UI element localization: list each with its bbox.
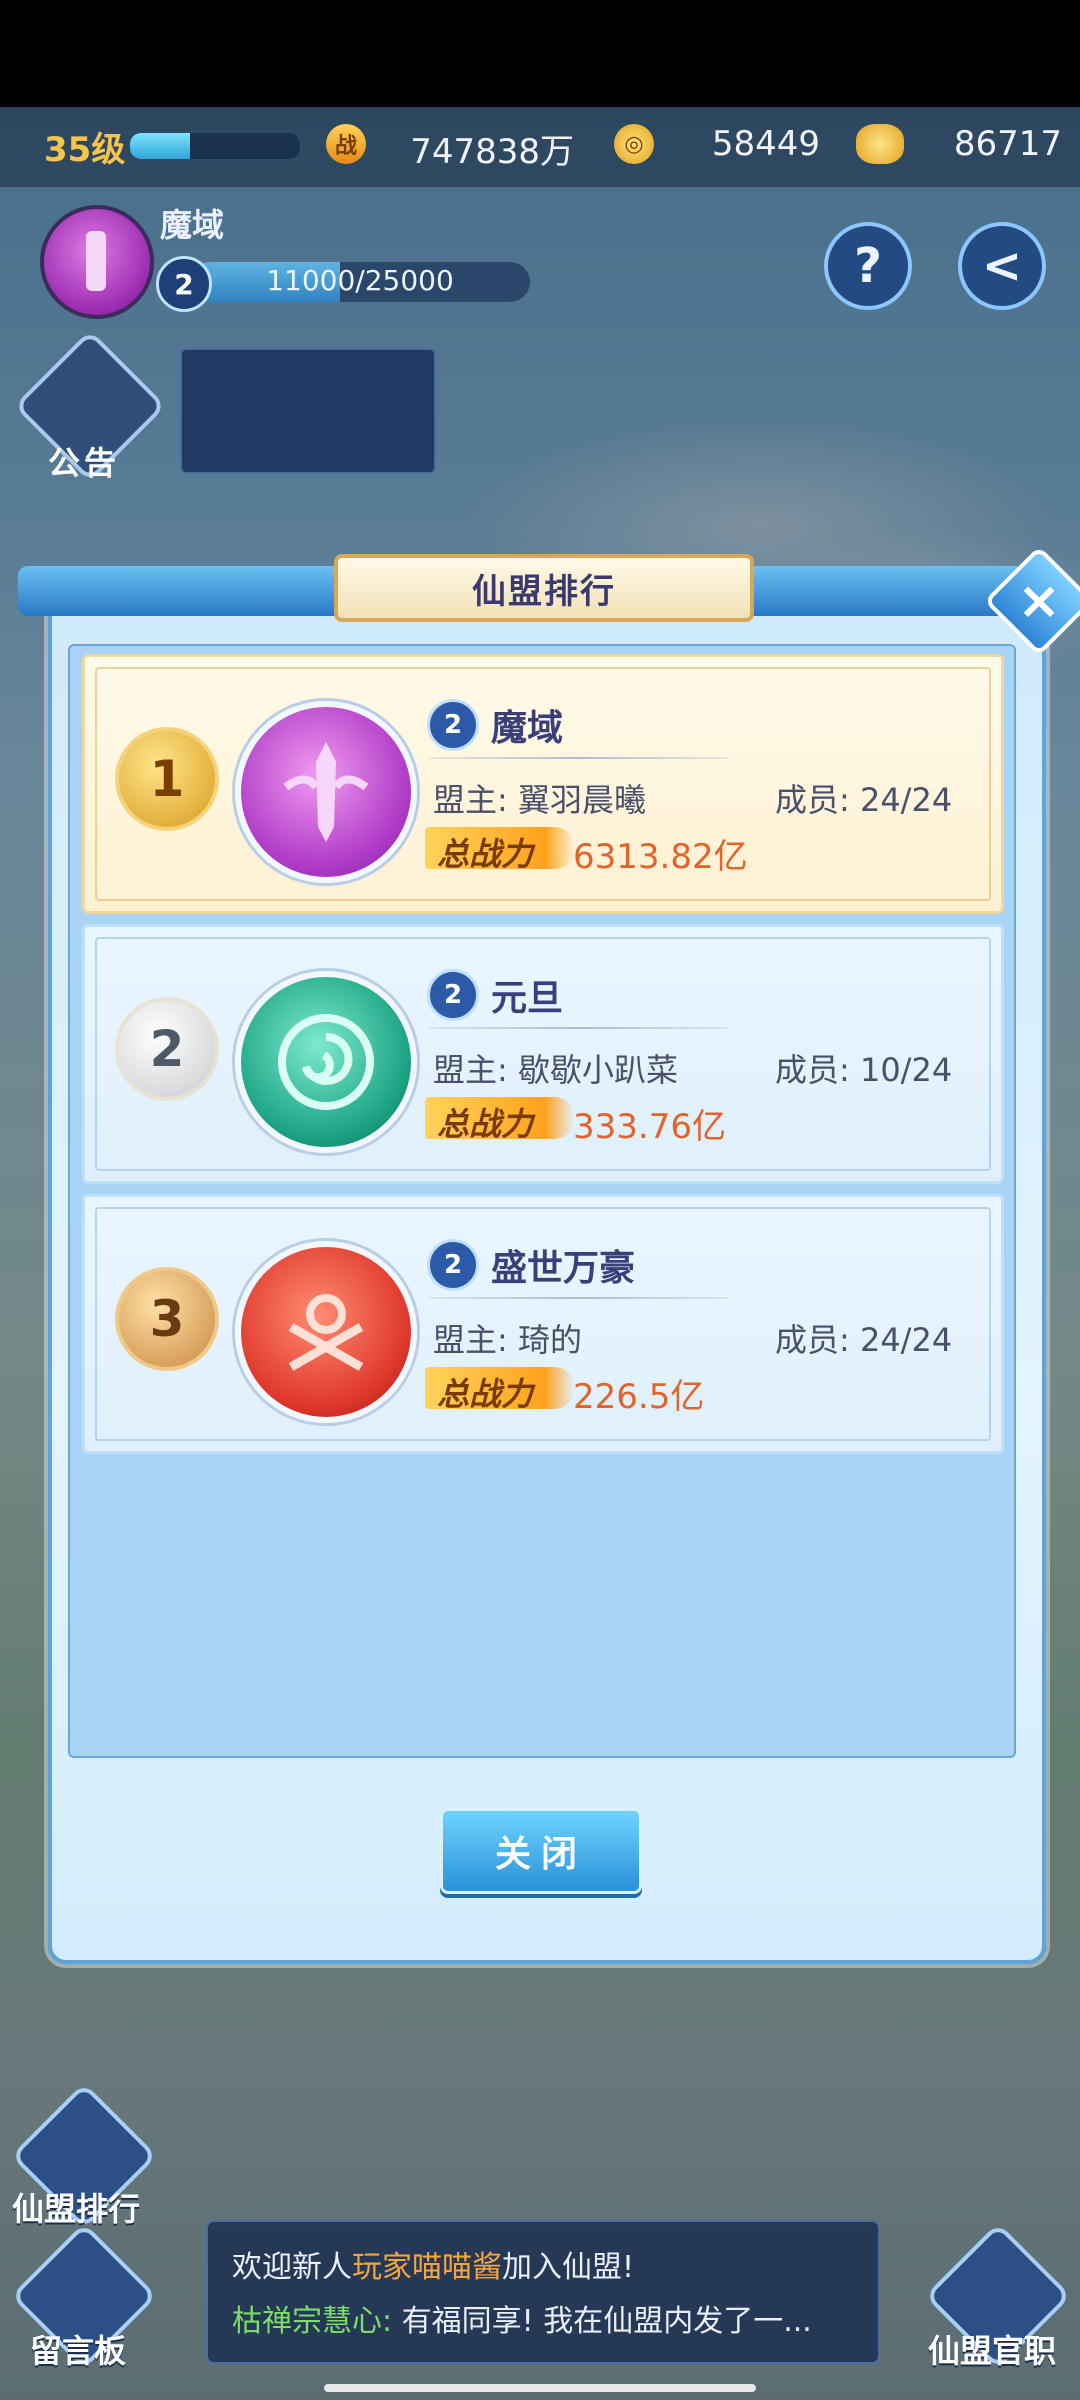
alliance-name: 魔域 bbox=[160, 206, 225, 244]
dialog-title-plate: 仙盟排行 bbox=[334, 554, 754, 622]
alliance-name: 元旦 bbox=[491, 978, 564, 1019]
announce-label: 公告 bbox=[48, 444, 121, 482]
alliance-emblem-icon[interactable] bbox=[40, 205, 154, 319]
ranking-row[interactable]: 1 2 魔域 盟主: 翼羽晨曦 成员: 24/24 总战力 6313.82亿 bbox=[82, 654, 1004, 914]
chat-text: 加入仙盟! bbox=[502, 2250, 635, 2285]
alliance-level-badge: 2 bbox=[427, 969, 479, 1021]
alliance-ranking-label[interactable]: 仙盟排行 bbox=[12, 2184, 140, 2230]
alliance-office-label[interactable]: 仙盟官职 bbox=[928, 2326, 1056, 2372]
chat-text: 有福同享! 我在仙盟内发了一... bbox=[401, 2304, 812, 2339]
battle-power-icon: 战 bbox=[326, 124, 366, 164]
chat-sender: 枯禅宗慧心: bbox=[232, 2304, 393, 2339]
alliance-members: 成员: 24/24 bbox=[775, 781, 953, 819]
back-button[interactable]: < bbox=[958, 222, 1046, 310]
message-board-label[interactable]: 留言板 bbox=[30, 2326, 126, 2372]
close-button[interactable]: 关闭 bbox=[440, 1808, 642, 1894]
chat-box[interactable]: 欢迎新人玩家喵喵酱加入仙盟! 枯禅宗慧心: 有福同享! 我在仙盟内发了一... bbox=[206, 2220, 880, 2364]
power-value: 226.5亿 bbox=[573, 1377, 705, 1417]
power-label: 总战力 bbox=[437, 1105, 534, 1143]
rank-2-medal-icon: 2 bbox=[115, 997, 219, 1101]
alliance-level-badge: 2 bbox=[427, 1239, 479, 1291]
ingot-value: 86717 bbox=[953, 124, 1062, 164]
help-button[interactable]: ? bbox=[824, 222, 912, 310]
ranking-row[interactable]: 3 2 盛世万豪 盟主: 琦的 成员: 24/24 总战力 226.5亿 bbox=[82, 1194, 1004, 1454]
chat-text: 欢迎新人 bbox=[232, 2250, 352, 2285]
divider bbox=[429, 1027, 729, 1029]
lotus-emblem-icon bbox=[235, 971, 417, 1153]
alliance-members: 成员: 24/24 bbox=[775, 1321, 953, 1359]
gold-ingot-icon bbox=[856, 124, 904, 164]
power-value: 6313.82亿 bbox=[573, 837, 748, 877]
coin-value: 58449 bbox=[711, 124, 820, 164]
chat-line: 欢迎新人玩家喵喵酱加入仙盟! bbox=[232, 2242, 634, 2286]
crossed-swords-emblem-icon bbox=[235, 1241, 417, 1423]
alliance-level-badge: 2 bbox=[156, 256, 212, 312]
divider bbox=[429, 1297, 729, 1299]
coin-icon: ◎ bbox=[614, 124, 654, 164]
alliance-level-badge: 2 bbox=[427, 699, 479, 751]
alliance-name: 盛世万豪 bbox=[491, 1248, 636, 1289]
dialog-title: 仙盟排行 bbox=[472, 571, 616, 612]
home-indicator[interactable] bbox=[324, 2384, 756, 2392]
alliance-leader: 盟主: 歇歇小趴菜 bbox=[433, 1051, 678, 1089]
alliance-name: 魔域 bbox=[491, 708, 564, 749]
alliance-leader: 盟主: 琦的 bbox=[433, 1321, 582, 1359]
rank-1-medal-icon: 1 bbox=[115, 727, 219, 831]
power-label: 总战力 bbox=[437, 835, 534, 873]
player-level: 35级 bbox=[44, 130, 126, 170]
xp-bar bbox=[128, 131, 302, 161]
alliance-members: 成员: 10/24 bbox=[775, 1051, 953, 1089]
announcement-box[interactable] bbox=[180, 348, 436, 474]
alliance-exp-text: 11000/25000 bbox=[266, 264, 454, 297]
rank-3-medal-icon: 3 bbox=[115, 1267, 219, 1371]
battle-power-value: 747838万 bbox=[410, 132, 574, 172]
chat-player-name: 玩家喵喵酱 bbox=[352, 2250, 502, 2285]
xp-bar-fill bbox=[130, 133, 190, 159]
ranking-row[interactable]: 2 2 元旦 盟主: 歇歇小趴菜 成员: 10/24 总战力 333.76亿 bbox=[82, 924, 1004, 1184]
alliance-leader: 盟主: 翼羽晨曦 bbox=[433, 781, 646, 819]
close-icon: × bbox=[1017, 571, 1061, 631]
chat-line: 枯禅宗慧心: 有福同享! 我在仙盟内发了一... bbox=[232, 2296, 812, 2340]
power-label: 总战力 bbox=[437, 1375, 534, 1413]
sword-emblem-icon bbox=[235, 701, 417, 883]
power-value: 333.76亿 bbox=[573, 1107, 726, 1147]
divider bbox=[429, 757, 729, 759]
